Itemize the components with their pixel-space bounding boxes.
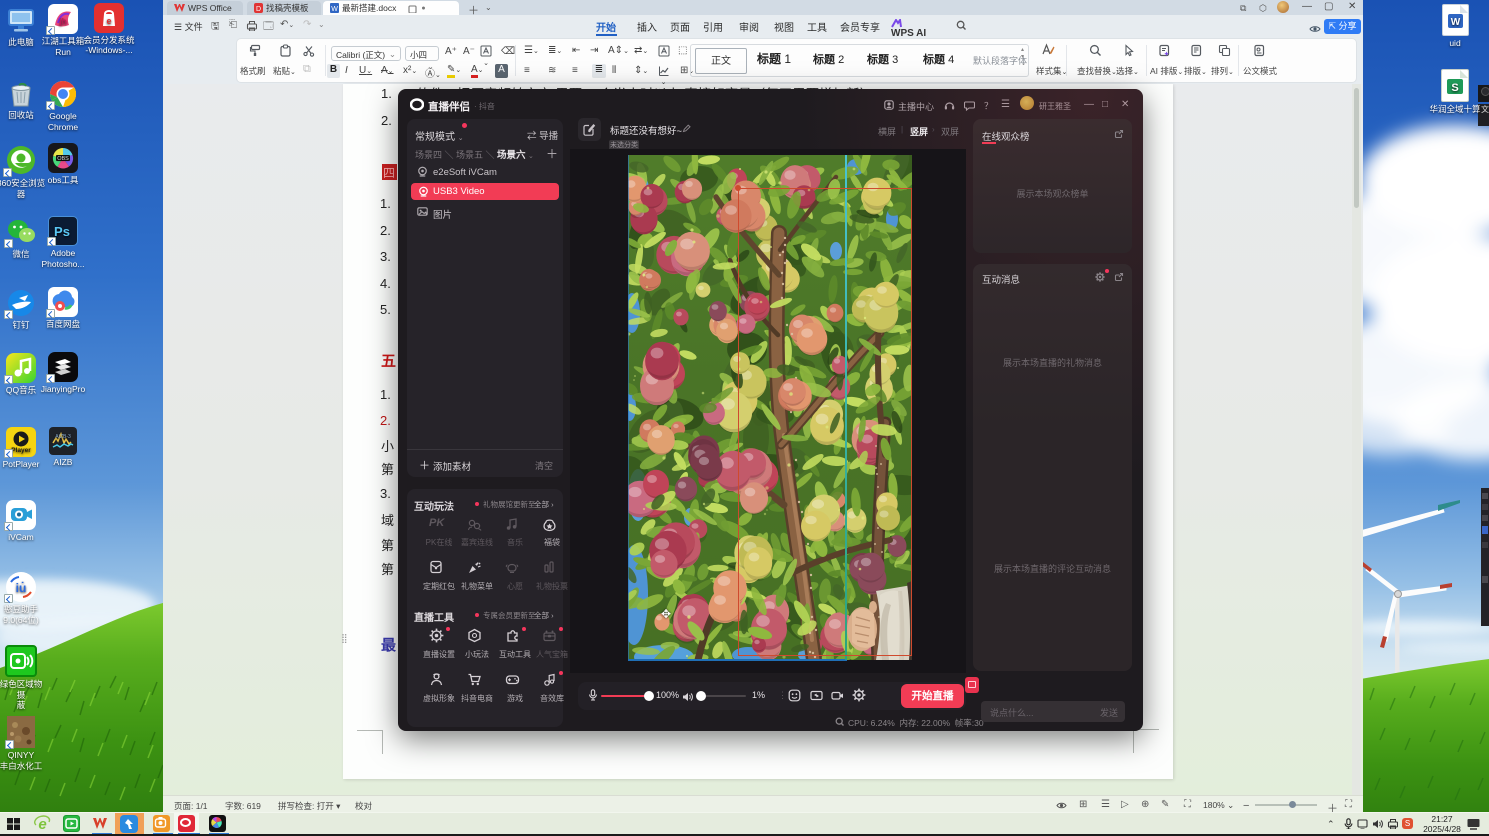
svg-text:Ps: Ps [54,224,70,239]
svg-text:S: S [1451,82,1458,94]
svg-text:iu̇: iu̇ [16,580,27,595]
svg-text:W: W [1450,17,1460,28]
svg-text:jh: jh [58,17,66,26]
svg-text:AIZB-3: AIZB-3 [55,434,71,440]
svg-text:W: W [331,6,338,13]
svg-text:OBS: OBS [57,156,69,162]
svg-text:D: D [256,6,261,13]
svg-text:e: e [38,816,46,833]
svg-text:e: e [106,16,111,26]
svg-text:Player: Player [11,447,31,454]
